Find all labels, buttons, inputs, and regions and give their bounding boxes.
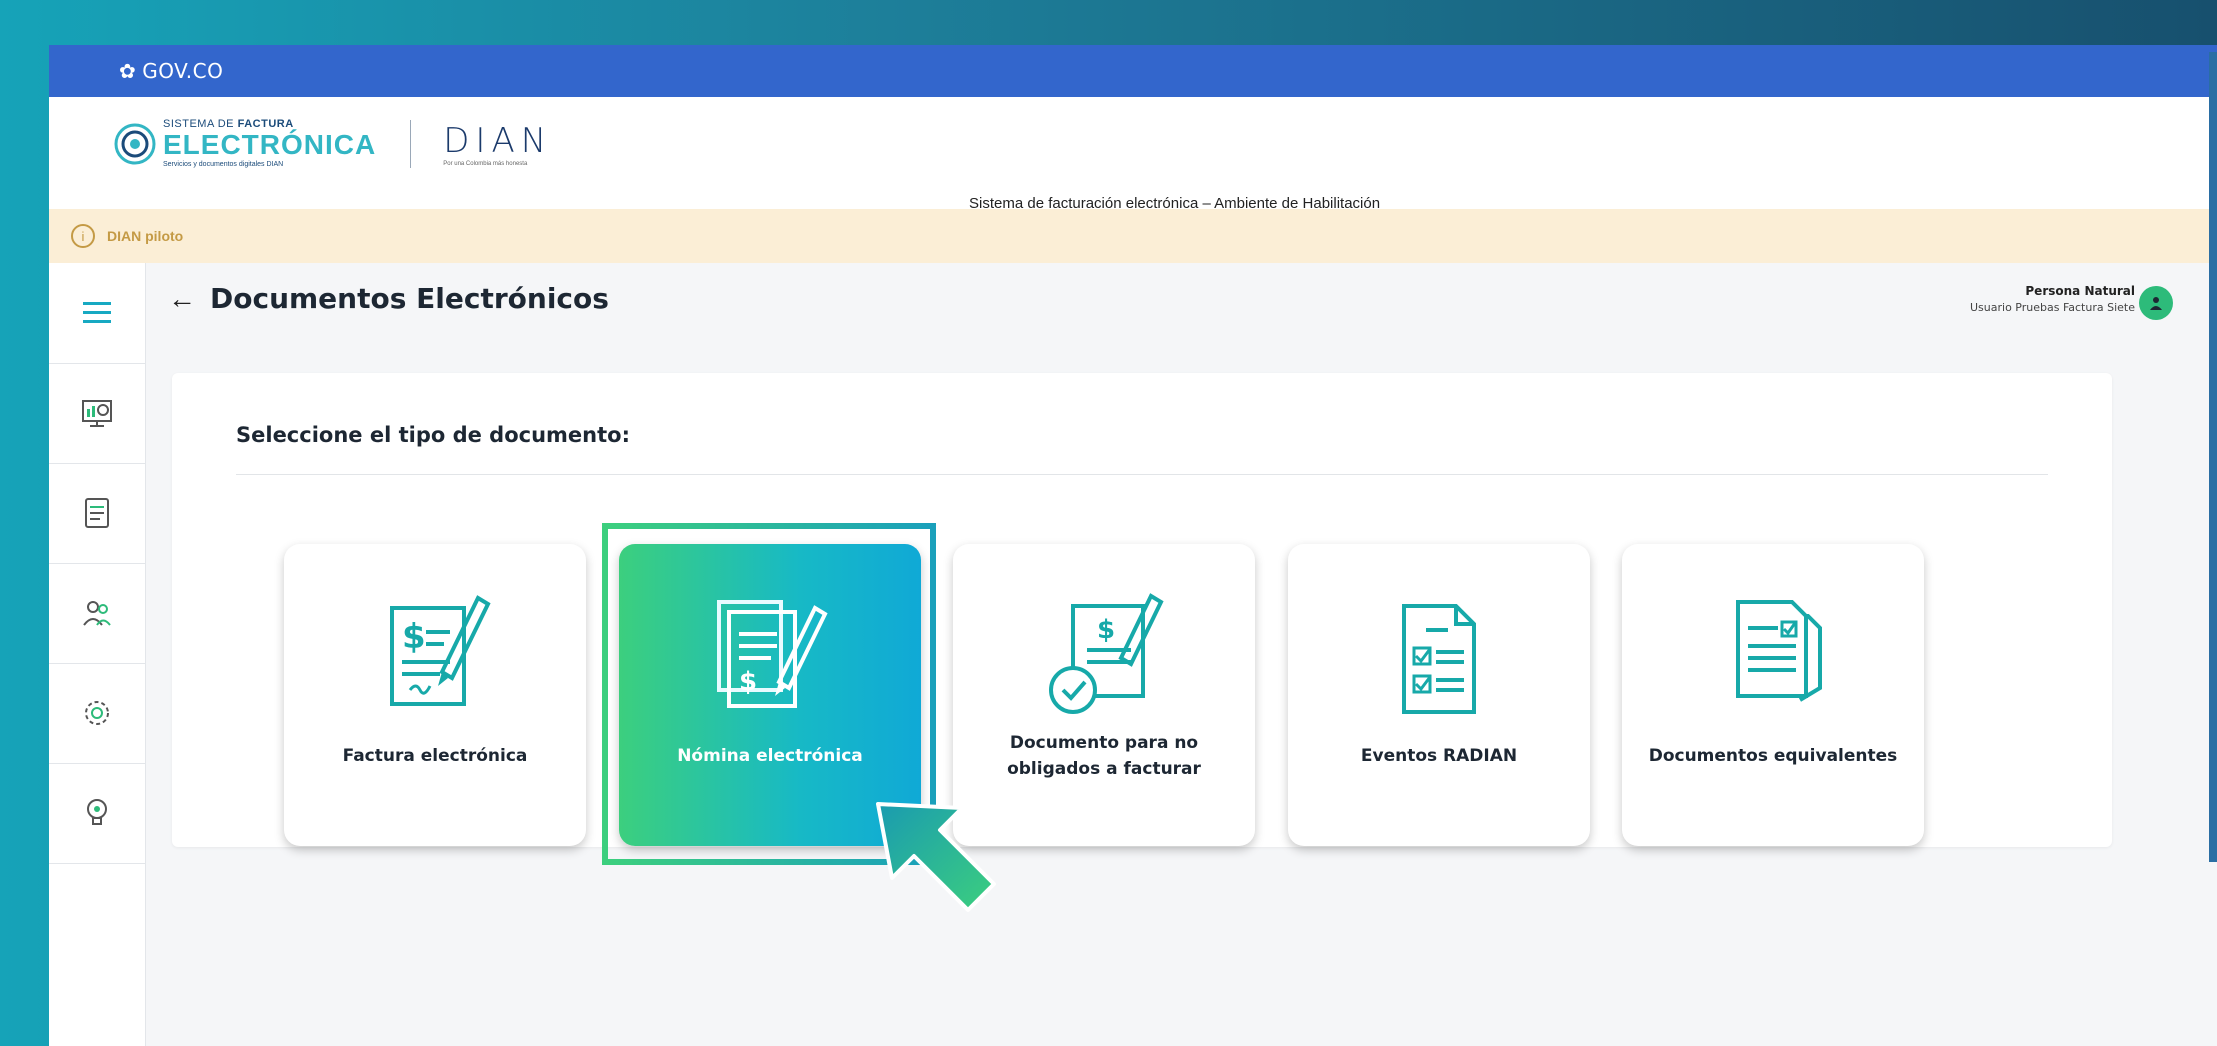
user-role: Persona Natural [2025,284,2135,298]
brand-logos: SISTEMA DE FACTURA ELECTRÓNICA Servicios… [113,119,552,168]
svg-text:$: $ [739,667,757,697]
page-title: Documentos Electrónicos [210,282,609,315]
idea-icon [87,799,107,825]
card-label: Documentos equivalentes [1648,746,1898,766]
card-documentos-equivalentes[interactable]: Documentos equivalentes [1622,544,1924,846]
checklist-icon [1402,604,1476,714]
brand-divider [410,119,412,168]
svg-text:$: $ [402,617,426,657]
equivalent-documents-icon [1736,600,1822,702]
pilot-notice: i DIAN piloto [49,209,2217,263]
user-info: Persona Natural Usuario Pruebas Factura … [1970,284,2135,314]
sidebar-item-dashboard[interactable] [49,363,145,464]
sidebar [49,263,146,1046]
documents-icon [85,498,109,528]
info-icon: i [71,224,95,248]
avatar[interactable] [2139,286,2173,320]
card-factura-electronica[interactable]: $ Factura electrónica [284,544,586,846]
notice-text: DIAN piloto [107,228,184,244]
menu-button[interactable] [49,263,145,364]
gov-logo[interactable]: ✿ GOV.CO [119,59,223,83]
gov-shield-icon: ✿ [119,59,137,83]
card-eventos-radian[interactable]: Eventos RADIAN [1288,544,1590,846]
sidebar-item-users[interactable] [49,563,145,664]
gov-bar: ✿ GOV.CO [49,45,2217,97]
panel-divider [236,474,2048,475]
card-label: Eventos RADIAN [1360,746,1518,766]
page-header: ← Documentos Electrónicos [168,282,609,315]
back-arrow-icon[interactable]: ← [168,283,196,315]
pointer-arrow-icon [876,802,996,912]
invoice-icon: $ [390,595,491,706]
brand-subtitle: Servicios y documentos digitales DIAN [163,161,284,168]
support-document-icon: $ [1049,593,1164,714]
sidebar-item-settings[interactable] [49,663,145,764]
factura-electronica-logo-icon [114,123,156,164]
card-label: Documento para no obligados a facturar [1007,733,1201,779]
panel-title: Seleccione el tipo de documento: [236,423,630,447]
svg-text:$: $ [1097,615,1115,645]
brand-title: ELECTRÓNICA [163,129,377,160]
dian-tagline: Por una Colombia más honesta [443,160,528,167]
sidebar-item-documents[interactable] [49,463,145,564]
payroll-icon: $ [717,600,828,708]
menu-icon [83,302,111,323]
user-name: Usuario Pruebas Factura Siete [1970,301,2135,314]
card-label: Factura electrónica [342,746,528,766]
sidebar-item-ideas[interactable] [49,763,145,864]
users-icon [83,601,111,626]
scrollbar[interactable] [2209,52,2217,862]
dashboard-icon [82,400,112,427]
settings-icon [85,701,109,725]
dian-logo: DIAN [443,120,553,161]
card-label: Nómina electrónica [677,746,863,766]
user-icon [2150,297,2162,310]
